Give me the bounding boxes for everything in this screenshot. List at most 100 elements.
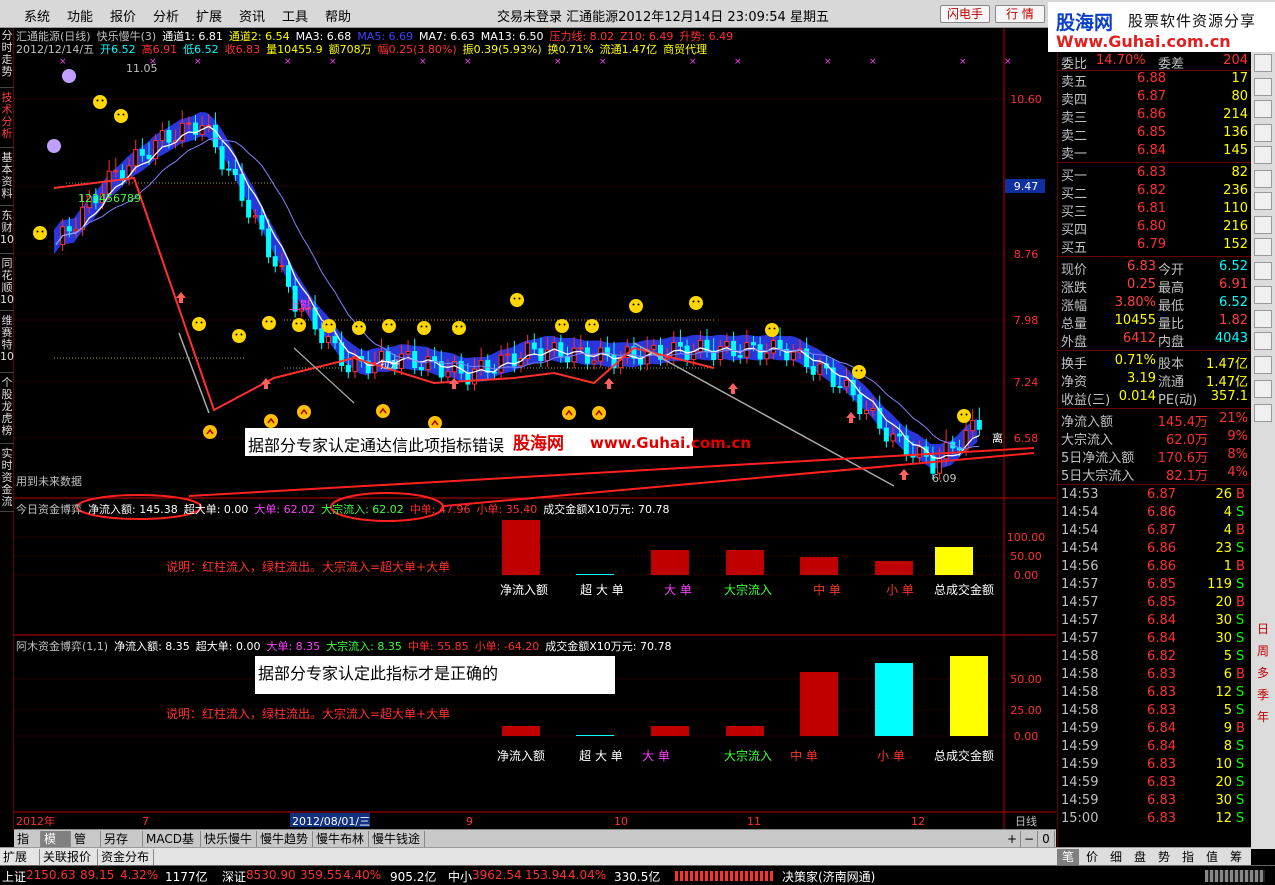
window-icon[interactable] xyxy=(1254,54,1272,72)
quote-button[interactable]: 行 情 xyxy=(995,5,1045,23)
warning-icon[interactable] xyxy=(1254,310,1272,328)
sz-amount: 905.2亿 xyxy=(390,870,437,884)
quote-tab-5[interactable]: 指 xyxy=(1177,849,1199,865)
book-icon[interactable] xyxy=(1254,124,1272,142)
candle-body xyxy=(810,366,816,375)
menu-analysis[interactable]: 分析 xyxy=(153,6,179,25)
tick-time: 14:59 xyxy=(1061,793,1099,808)
layout-icon[interactable] xyxy=(1254,380,1272,398)
settings-icon[interactable] xyxy=(1254,332,1272,350)
quote-tab-4[interactable]: 势 xyxy=(1153,849,1175,865)
chart-icon[interactable] xyxy=(1254,100,1272,118)
menu-function[interactable]: 功能 xyxy=(67,6,93,25)
period-side-label[interactable]: 年 xyxy=(1255,710,1271,724)
tick-price: 6.83 xyxy=(1147,685,1176,700)
header-item: 开6.52 xyxy=(100,43,136,56)
left-tab-5[interactable]: 维赛特10 xyxy=(0,313,14,373)
ext-tab-1[interactable]: 关联报价 xyxy=(40,849,98,865)
candle-body xyxy=(777,339,783,351)
left-tab-3[interactable]: 东财10 xyxy=(0,208,14,254)
menu-tools[interactable]: 工具 xyxy=(282,6,308,25)
left-tab-0[interactable]: 分时走势 xyxy=(0,28,14,88)
tick-row: 15:00 6.83 12 S xyxy=(1058,810,1252,828)
price-tick-label: 7.24 xyxy=(1014,376,1039,389)
period-side-label[interactable]: 日 xyxy=(1255,622,1271,636)
bottom-tab-5[interactable]: 快乐慢牛 xyxy=(201,831,257,847)
grid2-icon[interactable] xyxy=(1254,404,1272,422)
period-label: 日线 xyxy=(1015,814,1037,828)
zoom-control[interactable]: 0 xyxy=(1038,831,1055,847)
candle-body xyxy=(970,420,976,432)
tick-side: B xyxy=(1236,595,1245,610)
smiley-marker-icon xyxy=(629,299,643,313)
flow-row: 5日净流入额 170.6万 8% xyxy=(1058,446,1252,466)
candle-body xyxy=(159,129,165,142)
rss-icon[interactable] xyxy=(1254,262,1272,280)
tick-side: S xyxy=(1236,793,1245,808)
header-item: 中单: 47.96 xyxy=(409,503,471,516)
cut-icon[interactable] xyxy=(1254,216,1272,234)
signal-marker-icon: × xyxy=(959,57,967,67)
candle-body xyxy=(266,228,272,258)
left-tab-2[interactable]: 基本资料 xyxy=(0,150,14,206)
menu-quote[interactable]: 报价 xyxy=(110,6,136,25)
menu-info[interactable]: 资讯 xyxy=(239,6,265,25)
period-side-label[interactable]: 多 xyxy=(1255,666,1271,680)
left-tab-1[interactable]: 技术分析 xyxy=(0,90,14,148)
grid-icon[interactable] xyxy=(1254,192,1272,210)
candle-body xyxy=(286,265,291,287)
smiley-marker-icon xyxy=(452,321,466,335)
tick-time: 14:56 xyxy=(1061,559,1099,574)
tick-side: S xyxy=(1236,685,1245,700)
note2-box: 据部分专家认定此指标才是正确的 xyxy=(255,656,615,694)
quote-tab-7[interactable]: 筹 xyxy=(1225,849,1247,865)
quote-tab-2[interactable]: 细 xyxy=(1105,849,1127,865)
quote-tab-0[interactable]: 笔 xyxy=(1057,849,1079,865)
table-icon[interactable] xyxy=(1254,238,1272,256)
bottom-tab-0[interactable]: 指标 xyxy=(14,831,41,862)
left-tab-4[interactable]: 同花顺10 xyxy=(0,256,14,311)
bottom-tab-6[interactable]: 慢牛趋势 xyxy=(257,831,313,847)
quote-tab-6[interactable]: 值 xyxy=(1201,849,1223,865)
period-side-label[interactable]: 季 xyxy=(1255,688,1271,702)
tick-side: S xyxy=(1236,541,1245,556)
tick-volume: 23 xyxy=(1215,541,1232,556)
smiley-marker-icon xyxy=(114,109,128,123)
zoom-icon[interactable] xyxy=(1254,170,1272,188)
menu-extend[interactable]: 扩展 xyxy=(196,6,222,25)
candle-body xyxy=(498,354,504,373)
candle-body xyxy=(697,339,703,353)
panel2-bar xyxy=(576,735,614,736)
period-side-label[interactable]: 周 xyxy=(1255,644,1271,658)
bottom-tab-2[interactable]: 管理 xyxy=(71,831,101,862)
ext-tab-0[interactable]: 扩展区 xyxy=(0,849,40,880)
header-item: 商贸代理 xyxy=(663,43,708,56)
header-item: 小单: -64.20 xyxy=(474,640,540,653)
menu-help[interactable]: 帮助 xyxy=(325,6,351,25)
left-tab-6[interactable]: 个股龙虎榜 xyxy=(0,375,14,444)
list-icon[interactable] xyxy=(1254,78,1272,96)
quote-tab-3[interactable]: 盘 xyxy=(1129,849,1151,865)
bottom-tab-1[interactable]: 模板 xyxy=(41,831,71,862)
zoom-control[interactable]: + xyxy=(1004,831,1021,847)
ask-row: 卖三 6.86 214 xyxy=(1058,106,1252,126)
flash-order-button[interactable]: 闪电手 xyxy=(940,5,990,23)
quote-tab-1[interactable]: 价 xyxy=(1081,849,1103,865)
menu-system[interactable]: 系统 xyxy=(24,6,50,25)
zoom-control[interactable]: − xyxy=(1021,831,1038,847)
candle-body xyxy=(325,336,331,344)
tick-price: 6.84 xyxy=(1147,631,1176,646)
f5-icon[interactable] xyxy=(1254,356,1272,374)
left-tab-7[interactable]: 实时资金流 xyxy=(0,446,14,512)
fio-icon[interactable] xyxy=(1254,146,1272,164)
header-item: 成交金额X10万元: 70.78 xyxy=(543,503,670,516)
ext-tab-2[interactable]: 资金分布 xyxy=(98,849,154,865)
swirl-icon[interactable] xyxy=(1254,286,1272,304)
bottom-tab-4[interactable]: MACD基本 xyxy=(143,831,201,862)
chart-area[interactable]: 10.60 9.47 8.76 7.98 7.24 6.58 × × × × × × × × × × × × × × ×… xyxy=(14,28,1056,830)
bottom-tab-8[interactable]: 慢牛钱途 xyxy=(369,831,425,847)
bottom-tab-7[interactable]: 慢牛布林 xyxy=(313,831,369,847)
flow-percent: 4% xyxy=(1227,465,1248,480)
bottom-tab-3[interactable]: 另存为 xyxy=(101,831,143,862)
panel2-bar-label: 超 大 单 xyxy=(579,748,623,763)
